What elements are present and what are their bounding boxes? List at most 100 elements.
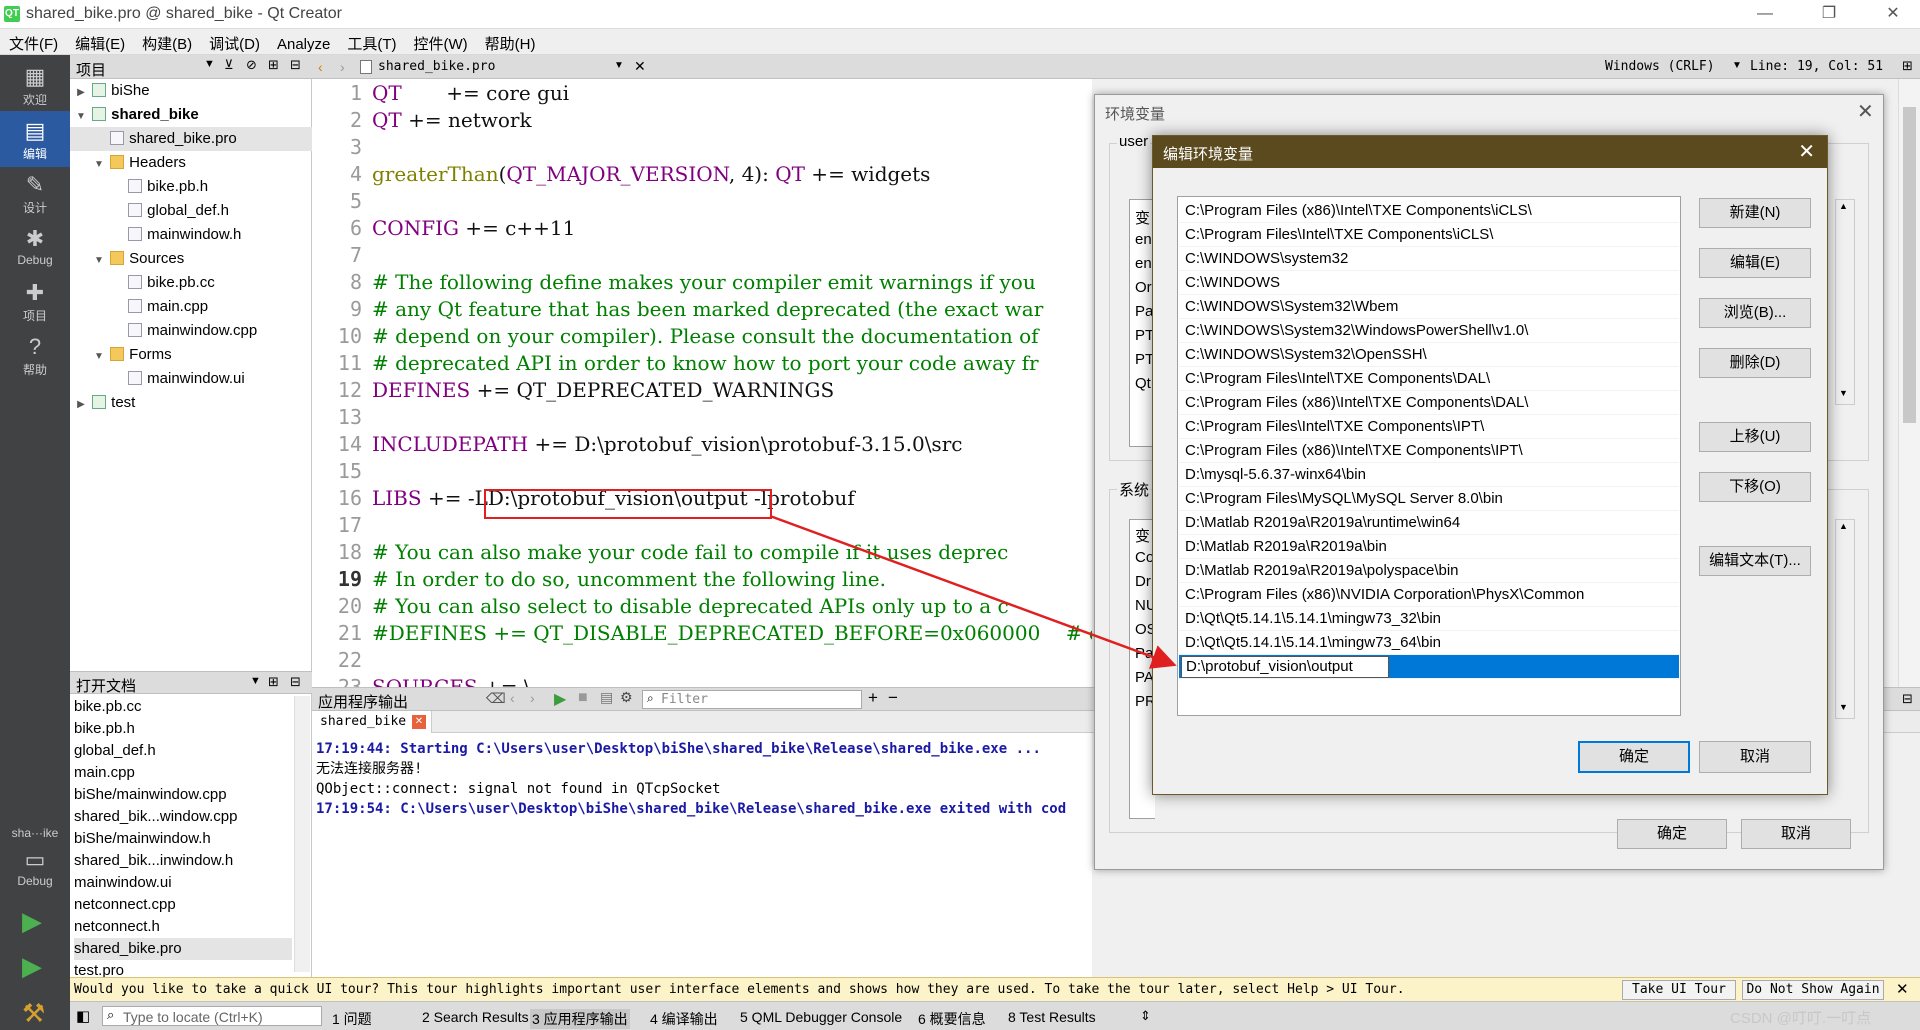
path-entry[interactable]: D:\mysql-5.6.37-winx64\bin xyxy=(1179,463,1679,487)
output-pane-button[interactable]: 5 QML Debugger Console xyxy=(740,1009,902,1025)
menu-item-4[interactable]: Analyze xyxy=(268,32,338,53)
menu-item-2[interactable]: 构建(B) xyxy=(133,29,200,54)
output-pane-button[interactable]: 3 应用程序输出 xyxy=(530,1009,630,1029)
code-line[interactable]: # You can also make your code fail to co… xyxy=(372,539,1008,566)
minimize-icon[interactable]: — xyxy=(1742,2,1788,26)
split-icon[interactable]: ⊞ xyxy=(268,674,279,690)
tree-item[interactable]: global_def.h xyxy=(70,199,312,223)
previous-icon[interactable]: ‹ xyxy=(510,690,515,706)
user-variable-row[interactable]: en xyxy=(1135,255,1152,272)
open-document-item[interactable]: global_def.h xyxy=(74,740,292,762)
open-document-item[interactable]: netconnect.cpp xyxy=(74,894,292,916)
env-cancel-button[interactable]: 取消 xyxy=(1741,819,1851,849)
close-dialog-icon[interactable]: ✕ xyxy=(1857,99,1874,124)
path-entry[interactable]: D:\protobuf_vision\output xyxy=(1179,655,1679,679)
path-list[interactable]: C:\Program Files (x86)\Intel\TXE Compone… xyxy=(1177,196,1681,716)
tree-item[interactable]: ▶ biShe xyxy=(70,79,312,103)
path-entry[interactable]: D:\Qt\Qt5.14.1\5.14.1\mingw73_32\bin xyxy=(1179,607,1679,631)
code-line[interactable]: # depend on your compiler). Please consu… xyxy=(372,323,1039,350)
output-filter-field[interactable]: ⌕ Filter xyxy=(642,690,862,709)
open-document-item[interactable]: shared_bik...inwindow.h xyxy=(74,850,292,872)
system-variable-row[interactable]: 变 xyxy=(1135,525,1150,546)
close-panel-icon[interactable]: ⊟ xyxy=(290,57,301,73)
path-entry[interactable]: C:\Program Files\MySQL\MySQL Server 8.0\… xyxy=(1179,487,1679,511)
expand-icon[interactable]: ▼ xyxy=(74,105,88,129)
edit-cancel-button[interactable]: 取消 xyxy=(1699,741,1811,773)
code-line[interactable]: SOURCES += \ xyxy=(372,674,531,687)
tree-item[interactable]: ▼ Forms xyxy=(70,343,312,367)
take-ui-tour-button[interactable]: Take UI Tour xyxy=(1622,980,1736,1000)
open-document-item[interactable]: main.cpp xyxy=(74,762,292,784)
line-ending-selector[interactable]: Windows (CRLF) xyxy=(1605,59,1715,74)
scroll-up-icon[interactable]: ▲ xyxy=(1839,201,1848,211)
new-button[interactable]: 新建(N) xyxy=(1699,198,1811,228)
system-variable-row[interactable]: Pa xyxy=(1135,645,1153,662)
run-icon[interactable]: ▶ xyxy=(22,908,48,934)
close-tour-icon[interactable]: ✕ xyxy=(1896,980,1909,998)
menu-item-5[interactable]: 工具(T) xyxy=(338,29,404,54)
split-icon[interactable]: ⊞ xyxy=(268,57,279,73)
link-icon[interactable]: ⊘ xyxy=(246,57,257,73)
path-entry[interactable]: C:\Program Files\Intel\TXE Components\DA… xyxy=(1179,367,1679,391)
zoom-in-icon[interactable]: + xyxy=(868,688,878,708)
locator-input[interactable]: ⌕ Type to locate (Ctrl+K) xyxy=(102,1006,322,1026)
menu-item-7[interactable]: 帮助(H) xyxy=(476,29,544,54)
maximize-icon[interactable]: ❐ xyxy=(1806,2,1852,26)
user-variable-row[interactable]: Or xyxy=(1135,279,1152,296)
pane-toggle-icon[interactable]: ⇕ xyxy=(1140,1008,1151,1024)
close-panel-icon[interactable]: ⊟ xyxy=(1902,691,1913,707)
menu-item-3[interactable]: 调试(D) xyxy=(200,29,268,54)
tree-item[interactable]: ▼ Sources xyxy=(70,247,312,271)
scrollbar-thumb[interactable] xyxy=(1903,107,1916,423)
attach-icon[interactable]: ▤ xyxy=(600,689,613,706)
tree-item[interactable]: ▼ shared_bike xyxy=(70,103,312,127)
path-entry[interactable]: C:\WINDOWS\System32\WindowsPowerShell\v1… xyxy=(1179,319,1679,343)
mode-help[interactable]: ? 帮助 xyxy=(0,327,70,383)
open-document-item[interactable]: mainwindow.ui xyxy=(74,872,292,894)
code-line[interactable]: QT += network xyxy=(372,107,532,134)
path-entry[interactable]: C:\WINDOWS xyxy=(1179,271,1679,295)
path-edit-field[interactable]: D:\protobuf_vision\output xyxy=(1181,656,1389,678)
open-document-item[interactable]: shared_bik...window.cpp xyxy=(74,806,292,828)
code-line[interactable]: CONFIG += c++11 xyxy=(372,215,575,242)
path-entry[interactable]: C:\WINDOWS\System32\Wbem xyxy=(1179,295,1679,319)
split-icon[interactable]: ⊞ xyxy=(1902,58,1913,74)
open-document-item[interactable]: netconnect.h xyxy=(74,916,292,938)
scroll-down-icon[interactable]: ▼ xyxy=(1839,388,1848,398)
menu-item-1[interactable]: 编辑(E) xyxy=(66,29,133,54)
user-list-scrollbar[interactable]: ▲ ▼ xyxy=(1835,199,1855,405)
code-line[interactable]: # deprecated API in order to know how to… xyxy=(372,350,1039,377)
line-ending-dropdown-icon[interactable]: ▼ xyxy=(1732,60,1742,71)
code-editor[interactable]: 1 QT += core gui 2 QT += network 3 4 greaterTh… xyxy=(312,79,1092,687)
open-documents-scrollbar[interactable] xyxy=(294,696,310,972)
browse-button[interactable]: 浏览(B)... xyxy=(1699,298,1811,328)
build-icon[interactable]: ⚒ xyxy=(22,1000,48,1026)
edit-text-button[interactable]: 编辑文本(T)... xyxy=(1699,546,1811,576)
mode-bug[interactable]: ✱ Debug xyxy=(0,219,70,275)
path-entry[interactable]: C:\Program Files (x86)\NVIDIA Corporatio… xyxy=(1179,583,1679,607)
panel-dropdown-icon[interactable]: ▼ xyxy=(204,58,215,70)
tree-item[interactable]: shared_bike.pro xyxy=(70,127,312,151)
code-line[interactable]: # In order to do so, uncomment the follo… xyxy=(372,566,886,593)
path-entry[interactable]: D:\Qt\Qt5.14.1\5.14.1\mingw73_64\bin xyxy=(1179,631,1679,655)
expand-icon[interactable]: ▼ xyxy=(92,249,106,273)
do-not-show-again-button[interactable]: Do Not Show Again xyxy=(1742,980,1884,1000)
mode-grid[interactable]: ▦ 欢迎 xyxy=(0,57,70,113)
open-document-item[interactable]: bike.pb.cc xyxy=(74,696,292,718)
code-line[interactable]: QT += core gui xyxy=(372,80,569,107)
output-pane-button[interactable]: 8 Test Results xyxy=(1008,1009,1096,1025)
menu-item-6[interactable]: 控件(W) xyxy=(405,29,476,54)
system-variable-row[interactable]: Dr xyxy=(1135,573,1151,590)
env-ok-button[interactable]: 确定 xyxy=(1617,819,1727,849)
delete-button[interactable]: 删除(D) xyxy=(1699,348,1811,378)
path-entry[interactable]: D:\Matlab R2019a\R2019a\bin xyxy=(1179,535,1679,559)
edit-ok-button[interactable]: 确定 xyxy=(1578,741,1690,773)
tree-item[interactable]: mainwindow.h xyxy=(70,223,312,247)
path-entry[interactable]: C:\Program Files\Intel\TXE Components\IP… xyxy=(1179,415,1679,439)
user-variable-row[interactable]: Pa xyxy=(1135,303,1153,320)
open-document-item[interactable]: biShe/mainwindow.h xyxy=(74,828,292,850)
cursor-position[interactable]: Line: 19, Col: 51 xyxy=(1750,59,1883,74)
code-line[interactable]: #DEFINES += QT_DISABLE_DEPRECATED_BEFORE… xyxy=(372,620,1092,647)
filter-icon[interactable]: ⊻ xyxy=(224,57,234,73)
stop-icon[interactable]: ■ xyxy=(578,689,588,707)
